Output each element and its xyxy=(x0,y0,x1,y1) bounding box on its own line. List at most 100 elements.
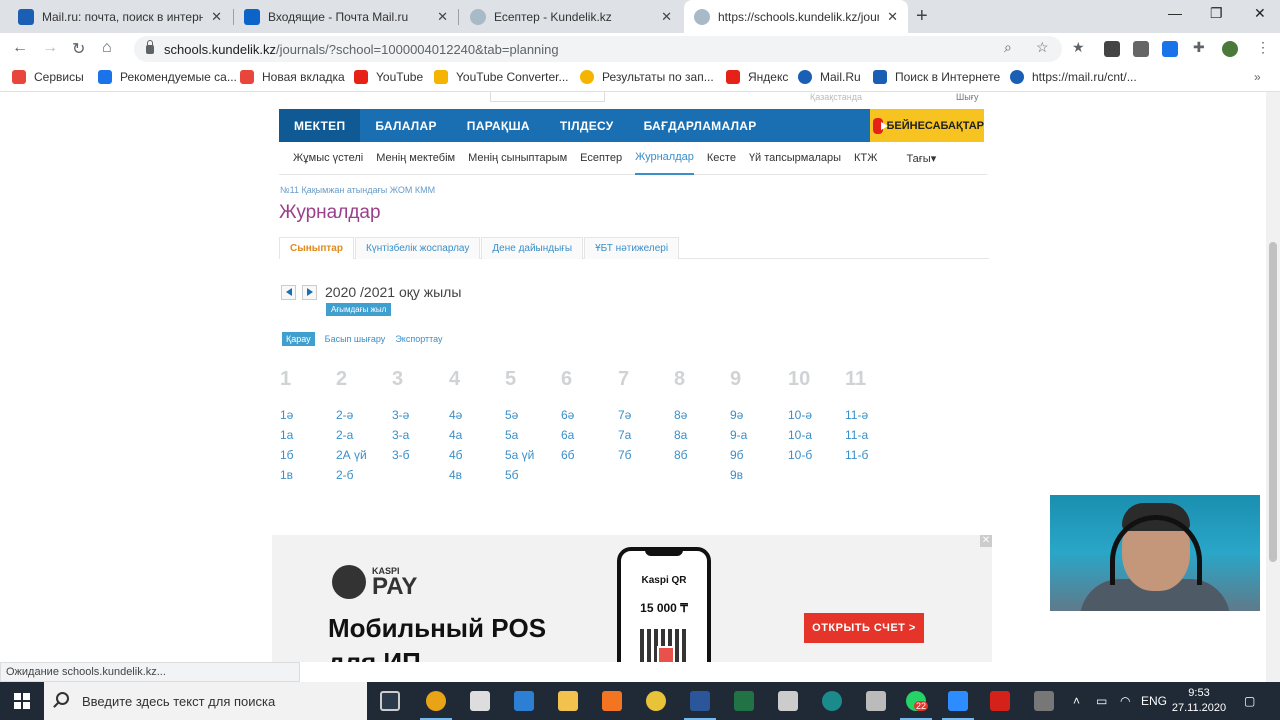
browser-tab[interactable]: Mail.ru: почта, поиск в интерне ✕ xyxy=(8,0,232,33)
app-icon[interactable] xyxy=(1034,691,1054,711)
nav-children[interactable]: БАЛАЛАР xyxy=(360,109,451,142)
tab-calendar-planning[interactable]: Күнтізбелік жоспарлау xyxy=(354,237,481,259)
class-link[interactable]: 10-ә xyxy=(788,408,844,428)
language-indicator[interactable]: ENG xyxy=(1141,694,1167,708)
class-link[interactable]: 6ә xyxy=(561,408,617,428)
search-box-fragment[interactable] xyxy=(490,92,605,102)
bookmark-item[interactable]: Результаты по зап... xyxy=(580,70,714,84)
class-link[interactable]: 2-б xyxy=(336,468,392,488)
task-view-icon[interactable] xyxy=(380,691,400,711)
app-icon[interactable] xyxy=(514,691,534,711)
extension-icon[interactable] xyxy=(1133,41,1149,57)
class-link[interactable]: 2А үй xyxy=(336,448,392,468)
tab-physical-training[interactable]: Дене дайындығы xyxy=(481,237,584,259)
avatar[interactable] xyxy=(1222,41,1238,57)
nav-programs[interactable]: БАҒДАРЛАМАЛАР xyxy=(629,109,772,142)
class-link[interactable]: 3-ә xyxy=(392,408,448,428)
subnav-ktzh[interactable]: КТЖ xyxy=(854,142,877,175)
mail-icon[interactable] xyxy=(470,691,490,711)
menu-icon[interactable]: ⋮ xyxy=(1256,39,1270,56)
class-link[interactable]: 1б xyxy=(280,448,336,468)
bookmark-item[interactable]: Mail.Ru xyxy=(798,70,861,84)
bookmark-item[interactable]: Сервисы xyxy=(12,70,84,84)
class-link[interactable]: 6а xyxy=(561,428,617,448)
class-link[interactable]: 5ә xyxy=(505,408,561,428)
subnav-my-classes[interactable]: Менің сыныптарым xyxy=(468,142,567,175)
tab-ent-results[interactable]: ҰБТ нәтижелері xyxy=(584,237,680,259)
kaspi-ad-banner[interactable]: ✕ KASPI PAY Мобильный POS для ИП Kaspi Q… xyxy=(272,535,992,662)
class-link[interactable]: 6б xyxy=(561,448,617,468)
print-button[interactable]: Басып шығару xyxy=(325,334,386,344)
class-link[interactable]: 4б xyxy=(449,448,505,468)
open-account-button[interactable]: ОТКРЫТЬ СЧЕТ > xyxy=(804,613,924,643)
wifi-icon[interactable]: ◠ xyxy=(1120,694,1130,708)
close-tab-icon[interactable]: ✕ xyxy=(211,9,222,25)
extension-icon[interactable] xyxy=(1162,41,1178,57)
pdf-icon[interactable] xyxy=(990,691,1010,711)
browser-tab[interactable]: Входящие - Почта Mail.ru ✕ xyxy=(234,0,458,33)
nav-school[interactable]: МЕКТЕП xyxy=(279,109,361,142)
class-link[interactable]: 8б xyxy=(674,448,730,468)
chrome-icon[interactable] xyxy=(420,691,452,720)
page-scrollbar[interactable] xyxy=(1266,92,1280,682)
whatsapp-icon[interactable]: 22 xyxy=(900,691,932,720)
class-link[interactable]: 4в xyxy=(449,468,505,488)
video-lessons-button[interactable]: БЕЙНЕСАБАҚТАР xyxy=(870,109,984,142)
minimize-icon[interactable]: — xyxy=(1168,5,1182,21)
class-link[interactable]: 5а xyxy=(505,428,561,448)
star-icon[interactable]: ★ xyxy=(1072,39,1085,56)
browser-tab-active[interactable]: https://schools.kundelik.kz/journ ✕ xyxy=(684,0,908,33)
notifications-icon[interactable]: ▢ xyxy=(1244,694,1255,708)
next-year-button[interactable] xyxy=(302,284,317,300)
bookmark-item[interactable]: YouTube xyxy=(354,70,423,84)
class-link[interactable]: 4ә xyxy=(449,408,505,428)
subnav-journals[interactable]: Журналдар xyxy=(635,142,694,175)
zoom-app-icon[interactable] xyxy=(942,691,974,720)
subnav-schedule[interactable]: Кесте xyxy=(707,142,736,175)
app-icon[interactable] xyxy=(866,691,886,711)
url-input[interactable]: schools.kundelik.kz/journals/?school=100… xyxy=(134,36,1062,62)
class-link[interactable]: 11-ә xyxy=(845,408,901,428)
tray-chevron-icon[interactable]: ˄ xyxy=(1073,694,1080,708)
subnav-desktop[interactable]: Жұмыс үстелі xyxy=(293,142,363,175)
bookmark-item[interactable]: Рекомендуемые са... xyxy=(98,70,237,84)
logout-link[interactable]: Шығу xyxy=(956,92,979,102)
more-bookmarks-icon[interactable]: » xyxy=(1254,70,1261,84)
class-link[interactable]: 1ә xyxy=(280,408,336,428)
close-tab-icon[interactable]: ✕ xyxy=(887,9,898,25)
taskbar-search-input[interactable]: Введите здесь текст для поиска xyxy=(44,682,367,720)
class-link[interactable]: 8ә xyxy=(674,408,730,428)
clock[interactable]: 9:53 27.11.2020 xyxy=(1170,686,1228,716)
extension-icon[interactable] xyxy=(1104,41,1120,57)
forward-icon[interactable]: → xyxy=(42,39,58,57)
close-tab-icon[interactable]: ✕ xyxy=(661,9,672,25)
bookmark-item[interactable]: Яндекс xyxy=(726,70,788,84)
back-icon[interactable]: ← xyxy=(12,39,28,57)
close-window-icon[interactable]: ✕ xyxy=(1254,5,1266,22)
class-link[interactable]: 9ә xyxy=(730,408,786,428)
class-link[interactable]: 4а xyxy=(449,428,505,448)
app-icon[interactable] xyxy=(646,691,666,711)
bookmark-star-icon[interactable]: ☆ xyxy=(1036,39,1049,56)
subnav-reports[interactable]: Есептер xyxy=(580,142,622,175)
puzzle-icon[interactable]: ✚ xyxy=(1193,39,1205,56)
bookmark-item[interactable]: Поиск в Интернете xyxy=(873,70,1000,84)
new-tab-icon[interactable]: + xyxy=(916,5,928,28)
close-tab-icon[interactable]: ✕ xyxy=(437,9,448,25)
class-link[interactable]: 3-б xyxy=(392,448,448,468)
class-link[interactable]: 10-б xyxy=(788,448,844,468)
home-icon[interactable]: ⌂ xyxy=(102,39,112,57)
class-link[interactable]: 7а xyxy=(618,428,674,448)
class-link[interactable]: 1а xyxy=(280,428,336,448)
tab-classes[interactable]: Сыныптар xyxy=(279,237,354,259)
view-button[interactable]: Қарау xyxy=(282,332,315,346)
nav-messages[interactable]: ТІЛДЕСУ xyxy=(545,109,629,142)
class-link[interactable]: 5а үй xyxy=(505,448,561,468)
class-link[interactable]: 2-а xyxy=(336,428,392,448)
app-icon[interactable] xyxy=(822,691,842,711)
export-button[interactable]: Экспорттау xyxy=(395,334,442,344)
class-link[interactable]: 9в xyxy=(730,468,786,488)
nav-profile[interactable]: ПАРАҚША xyxy=(452,109,545,142)
app-icon[interactable] xyxy=(602,691,622,711)
prev-year-button[interactable] xyxy=(281,284,296,300)
